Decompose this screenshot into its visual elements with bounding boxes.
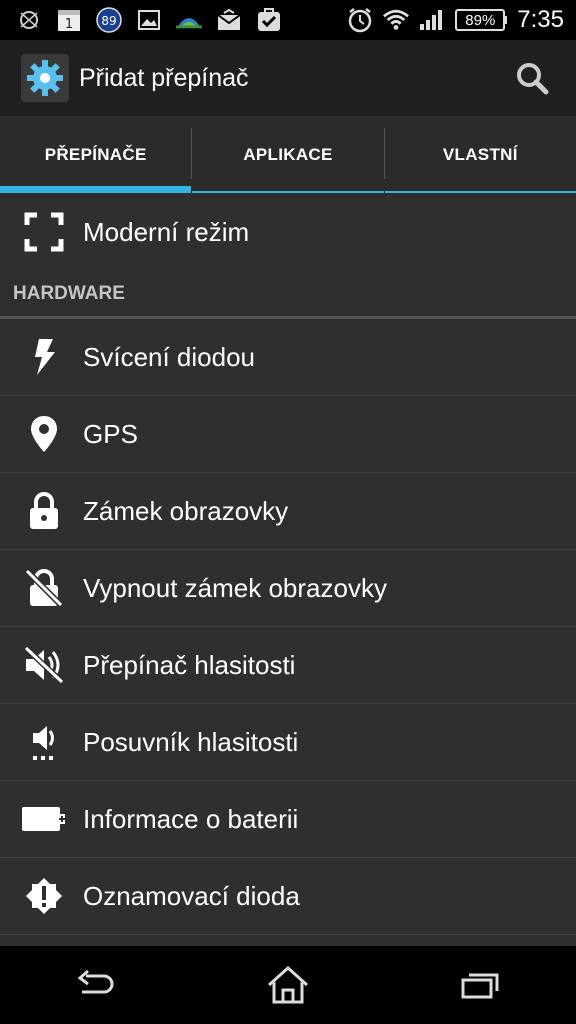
list-item-vypnout-zamek[interactable]: Vypnout zámek obrazovky bbox=[0, 550, 576, 627]
badge-count: 89 bbox=[101, 14, 116, 28]
navigation-bar bbox=[0, 946, 576, 1024]
mail-icon bbox=[216, 7, 242, 33]
sync-icon bbox=[16, 7, 42, 33]
calendar-icon: 1 bbox=[56, 7, 82, 33]
list-item-label: Oznamovací dioda bbox=[83, 880, 300, 911]
flash-icon bbox=[20, 333, 68, 381]
section-header-hardware: HARDWARE bbox=[0, 271, 576, 319]
wifi-icon bbox=[383, 7, 410, 33]
calendar-day: 1 bbox=[65, 17, 73, 32]
list-item-prepinac-hlasitosti[interactable]: Přepínač hlasitosti bbox=[0, 627, 576, 704]
fullscreen-icon bbox=[20, 208, 68, 256]
back-icon[interactable] bbox=[56, 955, 136, 1015]
list-item-oznamovaci-dioda[interactable]: Oznamovací dioda bbox=[0, 858, 576, 935]
list-item-label: Vypnout zámek obrazovky bbox=[83, 572, 387, 603]
notification-led-icon bbox=[20, 872, 68, 920]
task-icon bbox=[256, 7, 282, 33]
notification-badge-icon: 89 bbox=[96, 7, 122, 33]
list-item-zamek-obrazovky[interactable]: Zámek obrazovky bbox=[0, 473, 576, 550]
list-item-label: Moderní režim bbox=[83, 216, 250, 247]
lock-off-icon bbox=[20, 564, 68, 612]
lock-icon bbox=[20, 487, 68, 535]
signal-icon bbox=[419, 7, 445, 33]
list-item-label: Zámek obrazovky bbox=[83, 495, 289, 526]
list-item-gps[interactable]: GPS bbox=[0, 396, 576, 473]
settings-gear-icon[interactable] bbox=[21, 54, 69, 102]
weather-icon bbox=[176, 7, 202, 33]
status-bar: 1 89 89% 7:35 bbox=[0, 0, 576, 40]
list-item-label: Přepínač hlasitosti bbox=[83, 649, 296, 680]
list-item-moderni-rezim[interactable]: Moderní režim bbox=[0, 193, 576, 271]
list-item-label: GPS bbox=[83, 418, 138, 449]
battery-icon: 89% bbox=[455, 9, 508, 31]
status-time: 7:35 bbox=[517, 6, 564, 33]
location-pin-icon bbox=[20, 410, 68, 458]
volume-slider-icon bbox=[20, 718, 68, 766]
list-item-posuvnik-hlasitosti[interactable]: Posuvník hlasitosti bbox=[0, 704, 576, 781]
battery-info-icon bbox=[20, 795, 68, 843]
list-item-label: Informace o baterii bbox=[83, 803, 299, 834]
recent-apps-icon[interactable] bbox=[440, 955, 520, 1015]
list-item-label: Svícení diodou bbox=[83, 341, 256, 372]
tab-prepinace[interactable]: PŘEPÍNAČE bbox=[0, 116, 192, 193]
tab-aplikace[interactable]: APLIKACE bbox=[192, 116, 384, 193]
tab-bar: PŘEPÍNAČE APLIKACE VLASTNÍ bbox=[0, 116, 576, 193]
list-item-sviceni-diodou[interactable]: Svícení diodou bbox=[0, 319, 576, 396]
tab-vlastni[interactable]: VLASTNÍ bbox=[384, 116, 576, 193]
list-item-informace-o-baterii[interactable]: Informace o baterii bbox=[0, 781, 576, 858]
battery-percent: 89% bbox=[455, 9, 506, 31]
volume-mute-icon bbox=[20, 641, 68, 689]
search-icon[interactable] bbox=[514, 60, 550, 96]
toggle-list: Moderní režim HARDWARE Svícení diodou GP… bbox=[0, 193, 576, 935]
image-icon bbox=[136, 7, 162, 33]
action-bar: Přidat přepínač bbox=[0, 40, 576, 116]
list-item-label: Posuvník hlasitosti bbox=[83, 726, 299, 757]
page-title: Přidat přepínač bbox=[79, 63, 249, 92]
alarm-icon bbox=[347, 7, 373, 33]
home-icon[interactable] bbox=[248, 955, 328, 1015]
